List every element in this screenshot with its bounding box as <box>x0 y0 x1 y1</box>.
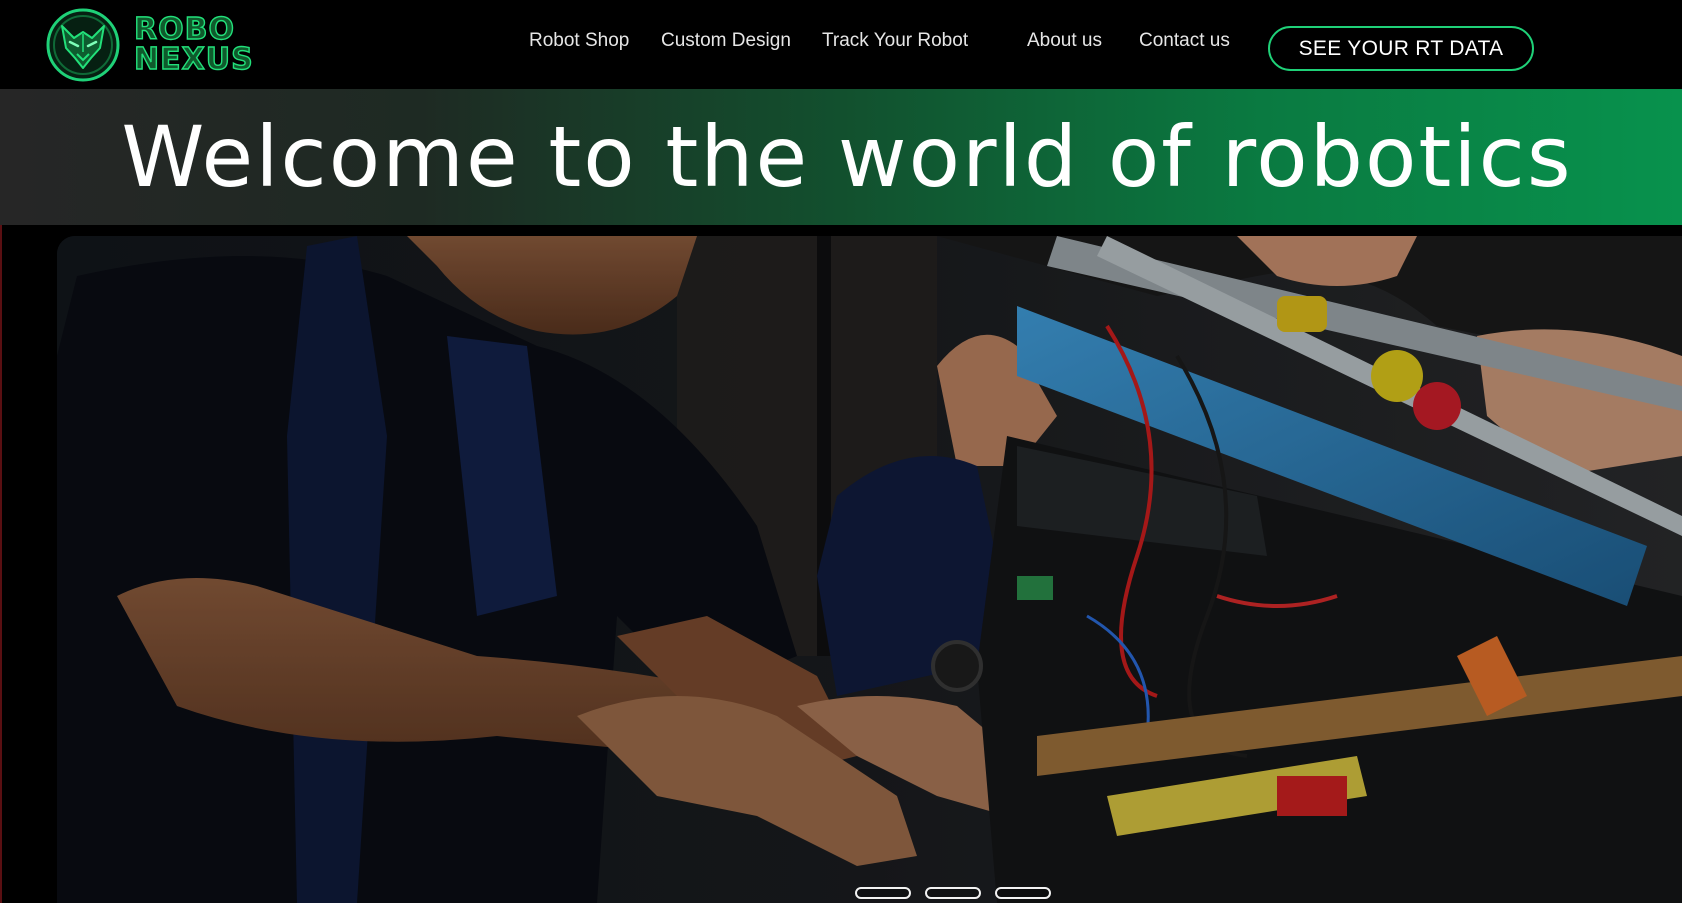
nav-link-robot-shop[interactable]: Robot Shop <box>529 30 629 52</box>
nav-link-custom-design[interactable]: Custom Design <box>661 30 791 52</box>
carousel-slide-image <box>57 236 1682 903</box>
top-navbar: ROBO NEXUS Robot Shop Custom Design Trac… <box>0 0 1682 89</box>
see-rt-data-button[interactable]: SEE YOUR RT DATA <box>1268 26 1534 71</box>
hero-banner: Welcome to the world of robotics <box>0 89 1682 225</box>
page: ROBO NEXUS Robot Shop Custom Design Trac… <box>0 0 1682 903</box>
nav-link-track-your-robot[interactable]: Track Your Robot <box>822 30 968 52</box>
students-building-robot-photo <box>57 236 1682 903</box>
carousel-dot-2[interactable] <box>925 887 981 899</box>
carousel-dot-1[interactable] <box>855 887 911 899</box>
nav-link-about-us[interactable]: About us <box>1027 30 1102 52</box>
carousel-dot-3[interactable] <box>995 887 1051 899</box>
nav-link-contact-us[interactable]: Contact us <box>1139 30 1230 52</box>
hero-title: Welcome to the world of robotics <box>121 108 1573 206</box>
carousel-indicators <box>855 887 1051 899</box>
